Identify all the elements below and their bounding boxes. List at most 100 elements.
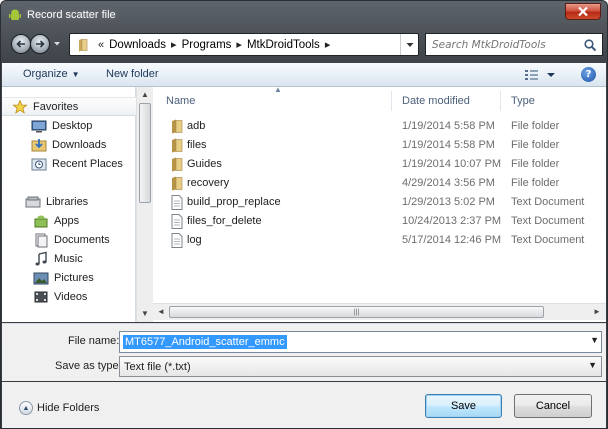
cancel-button[interactable]: Cancel xyxy=(514,394,592,418)
nav-recent-places[interactable]: Recent Places xyxy=(2,154,136,173)
file-row[interactable]: files 1/19/2014 5:58 PM File folder xyxy=(154,136,606,155)
breadcrumb-overflow[interactable]: « xyxy=(98,39,104,51)
file-date: 10/24/2013 2:37 PM xyxy=(402,215,502,227)
file-row[interactable]: Guides 1/19/2014 10:07 PM File folder xyxy=(154,155,606,174)
breadcrumb-separator-icon[interactable]: ▸ xyxy=(325,38,331,51)
file-name: build_prop_replace xyxy=(187,196,281,208)
scroll-left-icon[interactable]: ◄ xyxy=(157,307,165,316)
savetype-value: Text file (*.txt) xyxy=(124,360,191,373)
arrow-left-icon xyxy=(16,40,25,48)
scroll-right-icon[interactable]: ► xyxy=(593,307,601,316)
text-file-icon xyxy=(171,214,183,229)
music-library-icon xyxy=(35,251,47,265)
close-button[interactable] xyxy=(565,3,601,20)
nav-downloads[interactable]: Downloads xyxy=(2,135,136,154)
android-icon xyxy=(9,9,21,20)
nav-videos[interactable]: Videos xyxy=(2,287,136,306)
view-list-icon xyxy=(525,70,538,80)
search-box[interactable] xyxy=(425,33,603,56)
dialog-buttons: ▲ Hide Folders Save Cancel xyxy=(2,382,606,428)
save-button[interactable]: Save xyxy=(425,394,502,418)
forward-button[interactable] xyxy=(30,34,50,54)
nav-downloads-label: Downloads xyxy=(52,138,107,151)
recent-pages-dropdown-icon[interactable] xyxy=(53,40,61,48)
chevron-down-icon xyxy=(406,42,413,47)
breadcrumb-separator-icon[interactable]: ▸ xyxy=(171,38,177,51)
recent-places-icon xyxy=(31,158,47,170)
file-date: 4/29/2014 3:56 PM xyxy=(402,177,495,189)
file-name: recovery xyxy=(187,177,230,189)
file-name: files xyxy=(187,139,207,151)
close-icon xyxy=(578,7,588,16)
column-header-date-modified[interactable]: Date modified xyxy=(390,87,498,114)
scroll-up-icon[interactable]: ▲ xyxy=(141,90,149,99)
breadcrumb-programs[interactable]: Programs xyxy=(182,39,232,51)
hide-folders-button[interactable]: ▲ Hide Folders xyxy=(19,401,99,415)
new-folder-button[interactable]: New folder xyxy=(106,68,159,80)
hide-folders-label: Hide Folders xyxy=(37,402,100,414)
help-button[interactable]: ? xyxy=(581,67,596,82)
address-bar[interactable]: « Downloads ▸ Programs ▸ MtkDroidTools ▸ xyxy=(69,33,419,56)
text-file-icon xyxy=(171,233,183,248)
nav-desktop[interactable]: Desktop xyxy=(2,116,136,135)
downloads-folder-icon xyxy=(31,138,47,151)
file-row[interactable]: log 5/17/2014 12:46 PM Text Document xyxy=(154,231,606,250)
scrollbar-thumb[interactable] xyxy=(139,103,151,203)
search-input[interactable] xyxy=(432,38,572,51)
nav-pictures[interactable]: Pictures xyxy=(2,268,136,287)
nav-videos-label: Videos xyxy=(54,290,88,303)
file-row[interactable]: adb 1/19/2014 5:58 PM File folder xyxy=(154,117,606,136)
file-date: 5/17/2014 12:46 PM xyxy=(402,234,502,246)
column-date-label: Date modified xyxy=(402,94,470,107)
nav-music[interactable]: Music xyxy=(2,249,136,268)
title-bar: Record scatter file xyxy=(1,1,607,29)
file-row[interactable]: build_prop_replace 1/29/2013 5:02 PM Tex… xyxy=(154,193,606,212)
address-dropdown-button[interactable] xyxy=(400,34,418,55)
apps-library-icon xyxy=(34,215,48,227)
breadcrumb-separator-icon[interactable]: ▸ xyxy=(236,38,242,51)
filename-value: MT6577_Android_scatter_emmc xyxy=(123,335,287,349)
nav-apps[interactable]: Apps xyxy=(2,211,136,230)
folder-icon xyxy=(79,38,88,51)
filename-input[interactable]: MT6577_Android_scatter_emmc ▼ xyxy=(119,331,602,353)
change-view-button[interactable] xyxy=(524,68,558,82)
filename-label: File name: xyxy=(68,335,120,347)
nav-favorites[interactable]: Favorites xyxy=(2,97,136,116)
breadcrumb-mtkdroidtools[interactable]: MtkDroidTools xyxy=(247,39,320,51)
file-type: Text Document xyxy=(511,215,585,227)
videos-library-icon xyxy=(34,291,48,302)
file-list: Name ▲ Date modified Type adb 1/19/2014 … xyxy=(154,85,606,303)
save-as-type-select[interactable]: Text file (*.txt) ▼ xyxy=(119,356,602,377)
organize-label: Organize xyxy=(23,68,68,80)
chevron-down-icon[interactable]: ▼ xyxy=(590,335,599,345)
folder-icon xyxy=(172,138,183,153)
file-row[interactable]: recovery 4/29/2014 3:56 PM File folder xyxy=(154,174,606,193)
back-button[interactable] xyxy=(11,34,31,54)
documents-library-icon xyxy=(35,233,48,247)
nav-pane-scrollbar[interactable]: ▲ ▼ xyxy=(136,87,153,322)
file-type: File folder xyxy=(511,158,560,170)
scroll-down-icon[interactable]: ▼ xyxy=(141,309,149,318)
file-row[interactable]: files_for_delete 10/24/2013 2:37 PM Text… xyxy=(154,212,606,231)
pictures-library-icon xyxy=(33,272,49,284)
file-list-horizontal-scrollbar[interactable]: ◄ ||| ► xyxy=(153,303,606,320)
chevron-up-icon: ▲ xyxy=(19,401,33,415)
file-type: File folder xyxy=(511,139,560,151)
column-header-type[interactable]: Type xyxy=(499,87,606,114)
nav-documents[interactable]: Documents xyxy=(2,230,136,249)
nav-documents-label: Documents xyxy=(54,233,110,246)
column-type-label: Type xyxy=(511,94,535,107)
nav-libraries[interactable]: Libraries xyxy=(2,192,136,211)
file-name: files_for_delete xyxy=(187,215,262,227)
breadcrumb-downloads[interactable]: Downloads xyxy=(109,39,166,51)
chevron-down-icon: ▼ xyxy=(588,360,597,370)
nav-music-label: Music xyxy=(54,252,83,265)
column-header-name[interactable]: Name ▲ xyxy=(154,85,389,114)
file-type: Text Document xyxy=(511,196,585,208)
folder-icon xyxy=(172,119,183,134)
star-icon xyxy=(12,98,28,114)
organize-menu-button[interactable]: Organize ▼ xyxy=(23,68,80,80)
column-name-label: Name xyxy=(166,94,196,107)
file-type: File folder xyxy=(511,177,560,189)
scrollbar-thumb[interactable]: ||| xyxy=(169,306,544,318)
